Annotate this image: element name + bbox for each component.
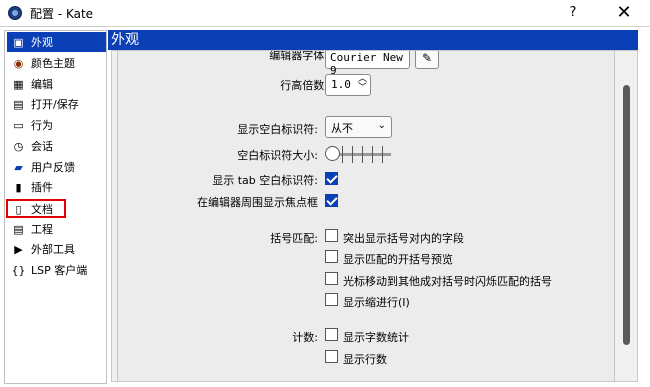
counts-label: 计数: xyxy=(292,331,318,344)
settings-content: 编辑器字体: Courier New 9 ✎ 行高倍数: 1.0 ︿ ﹀ 显示空… xyxy=(111,50,638,382)
sidebar-item-behavior[interactable]: ▭ 行为 xyxy=(7,115,106,135)
font-edit-button[interactable]: ✎ xyxy=(415,51,439,69)
page-title: 外观 xyxy=(108,30,638,50)
help-button[interactable]: ? xyxy=(563,3,583,23)
session-icon: ◷ xyxy=(13,139,24,153)
sidebar-item-label: 外部工具 xyxy=(31,243,75,256)
show-whitespace-select[interactable]: 从不 ⌄ xyxy=(325,116,392,138)
feedback-icon: ▰ xyxy=(14,160,23,174)
pencil-icon: ✎ xyxy=(421,51,433,65)
save-icon: ▤ xyxy=(13,97,24,111)
slider-tick xyxy=(362,146,363,163)
show-whitespace-label: 显示空白标识符: xyxy=(237,123,318,136)
kate-app-icon xyxy=(8,6,22,20)
title-bar: 配置 - Kate ? ✕ xyxy=(0,0,650,27)
sidebar-item-label: 行为 xyxy=(31,119,53,132)
edit-icon: ▦ xyxy=(13,77,24,91)
sidebar-item-external-tools[interactable]: ▶ 外部工具 xyxy=(7,239,106,259)
color-theme-icon: ◉ xyxy=(13,56,24,70)
sidebar-item-edit[interactable]: ▦ 编辑 xyxy=(7,74,106,94)
sidebar: ▣ 外观 ◉ 颜色主题 ▦ 编辑 ▤ 打开/保存 ▭ 行为 ◷ 会话 ▰ 用户反… xyxy=(4,30,107,384)
sidebar-item-label: 文档 xyxy=(31,203,53,216)
scrollbar-thumb[interactable] xyxy=(623,85,630,345)
show-tab-checkbox[interactable] xyxy=(325,172,338,185)
slider-tick xyxy=(342,146,343,163)
sidebar-item-plugins[interactable]: ▮ 插件 xyxy=(7,177,106,197)
sidebar-item-session[interactable]: ◷ 会话 xyxy=(7,136,106,156)
window-title: 配置 - Kate xyxy=(30,7,94,21)
sidebar-item-lsp-client[interactable]: {} LSP 客户端 xyxy=(7,260,106,280)
appearance-icon: ▣ xyxy=(13,35,24,49)
sidebar-item-label: 插件 xyxy=(31,181,53,194)
font-select-button[interactable]: Courier New 9 xyxy=(325,51,410,77)
bracket-preview-label: 显示匹配的开括号预览 xyxy=(343,253,453,266)
indent-lines-checkbox[interactable] xyxy=(325,293,338,306)
slider-tick xyxy=(352,146,353,163)
sidebar-item-color-theme[interactable]: ◉ 颜色主题 xyxy=(7,53,106,73)
line-count-label: 显示行数 xyxy=(343,353,387,366)
show-tab-label: 显示 tab 空白标识符: xyxy=(212,174,318,187)
sidebar-item-label: 颜色主题 xyxy=(31,57,75,70)
lsp-icon: {} xyxy=(11,263,26,277)
sidebar-item-label: LSP 客户端 xyxy=(31,264,88,277)
sidebar-item-label: 打开/保存 xyxy=(31,98,79,111)
slider-tick xyxy=(372,146,373,163)
whitespace-size-slider[interactable] xyxy=(325,143,395,165)
bracket-flash-label: 光标移动到其他成对括号时闪烁匹配的括号 xyxy=(343,275,552,288)
sidebar-item-appearance[interactable]: ▣ 外观 xyxy=(7,32,106,52)
indent-lines-label: 显示缩进行(I) xyxy=(343,296,410,309)
sidebar-item-documents[interactable]: ▯ 文档 xyxy=(7,199,106,219)
sidebar-item-label: 编辑 xyxy=(31,78,53,91)
line-count-checkbox[interactable] xyxy=(325,350,338,363)
document-icon: ▯ xyxy=(15,202,22,216)
sidebar-item-label: 用户反馈 xyxy=(31,161,75,174)
vertical-scrollbar[interactable] xyxy=(618,50,636,382)
line-height-label: 行高倍数: xyxy=(280,79,328,92)
behavior-icon: ▭ xyxy=(13,118,24,132)
project-icon: ▤ xyxy=(13,222,24,236)
sidebar-item-projects[interactable]: ▤ 工程 xyxy=(7,219,106,239)
sidebar-item-label: 外观 xyxy=(31,36,53,49)
line-height-spinbox[interactable]: 1.0 ︿ ﹀ xyxy=(325,74,371,96)
bracket-preview-checkbox[interactable] xyxy=(325,250,338,263)
slider-tick xyxy=(382,146,383,163)
focus-frame-label: 在编辑器周围显示焦点框 xyxy=(197,196,318,209)
bracket-flash-checkbox[interactable] xyxy=(325,272,338,285)
bracket-highlight-label: 突出显示括号对内的字段 xyxy=(343,232,464,245)
sidebar-item-label: 会话 xyxy=(31,140,53,153)
sidebar-item-label: 工程 xyxy=(31,223,53,236)
settings-panel: 编辑器字体: Courier New 9 ✎ 行高倍数: 1.0 ︿ ﹀ 显示空… xyxy=(117,51,615,381)
plugin-icon: ▮ xyxy=(15,180,22,194)
line-height-value: 1.0 xyxy=(331,78,351,91)
word-count-checkbox[interactable] xyxy=(325,328,338,341)
sidebar-item-open-save[interactable]: ▤ 打开/保存 xyxy=(7,94,106,114)
close-button[interactable]: ✕ xyxy=(611,2,637,24)
font-label: 编辑器字体: xyxy=(269,50,328,62)
focus-frame-checkbox[interactable] xyxy=(325,194,338,207)
sidebar-item-feedback[interactable]: ▰ 用户反馈 xyxy=(7,157,106,177)
whitespace-size-label: 空白标识符大小: xyxy=(237,149,318,162)
bracket-matching-label: 括号匹配: xyxy=(270,232,318,245)
chevron-down-icon[interactable]: ﹀ xyxy=(358,84,367,93)
chevron-down-icon: ⌄ xyxy=(377,120,386,131)
show-whitespace-value: 从不 xyxy=(331,122,353,135)
word-count-label: 显示字数统计 xyxy=(343,331,409,344)
external-tools-icon: ▶ xyxy=(14,242,23,256)
bracket-highlight-checkbox[interactable] xyxy=(325,229,338,242)
slider-handle[interactable] xyxy=(325,146,340,161)
